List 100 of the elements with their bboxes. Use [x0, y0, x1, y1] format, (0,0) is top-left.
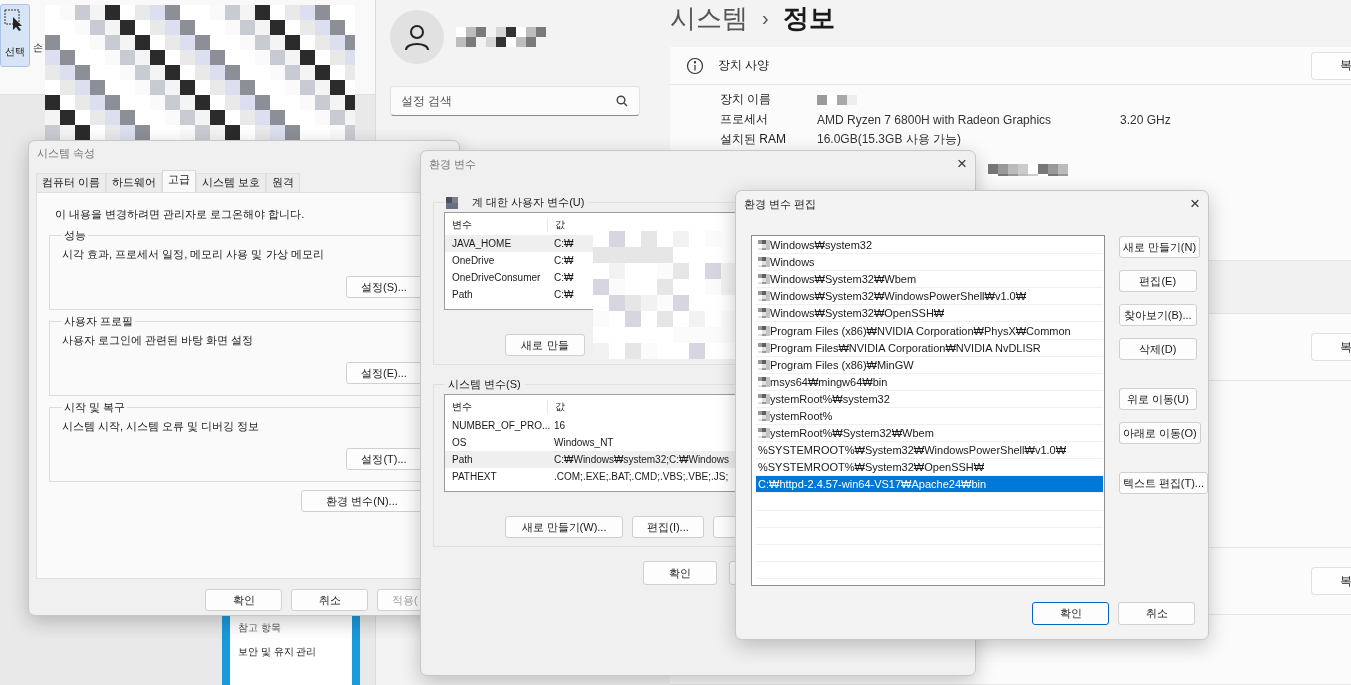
breadcrumb-separator: ›	[762, 7, 769, 30]
card-title: 장치 사양	[718, 57, 770, 74]
table-cell-text: C:₩	[553, 272, 574, 283]
settings-button[interactable]: 설정(E)...	[346, 362, 422, 384]
link[interactable]: 보안 및 유지 관리	[238, 645, 344, 659]
copy-button[interactable]: 복	[1311, 567, 1351, 595]
pixelated-area	[446, 196, 458, 209]
pixelated-area	[758, 393, 770, 404]
list-item[interactable]: ystemRoot%	[756, 407, 1103, 426]
group-title: 사용자 프로필	[63, 314, 135, 329]
spec-value: AMD Ryzen 7 6800H with Radeon Graphics	[817, 112, 1053, 127]
pixelated-area	[758, 240, 770, 251]
dialog-button[interactable]: 새로 만들기(N)	[1118, 236, 1201, 258]
table-cell-text: OS	[451, 437, 468, 448]
list-item[interactable]: msys64₩mingw64₩bin	[756, 373, 1103, 391]
window-title: 환경 변수 편집	[744, 196, 817, 212]
table-cell-text: .COM;.EXE;.BAT;.CMD;.VBS;.VBE;.JS;	[553, 471, 729, 482]
spec-value: 3.20 GHz	[1120, 112, 1171, 127]
environment-variables-button[interactable]: 환경 변수(N)...	[301, 490, 423, 512]
table-cell-text: Path	[451, 289, 474, 300]
list-item[interactable]: Windows₩System32₩OpenSSH₩	[756, 305, 1103, 323]
table-cell-text: Path	[451, 454, 474, 465]
list-item[interactable]: Program Files (x86)₩MinGW	[756, 356, 1103, 374]
ok-button[interactable]: 확인	[643, 561, 717, 585]
list-item[interactable]: %SYSTEMROOT%₩System32₩WindowsPowerShell₩v1.0₩	[756, 442, 1103, 460]
pixelated-area	[758, 325, 770, 336]
copy-button[interactable]: 복	[1311, 51, 1351, 80]
settings-button[interactable]: 설정(S)...	[346, 276, 422, 298]
close-button[interactable]: ×	[1190, 194, 1200, 214]
group-title: 계 대한 사용자 변수(U)	[471, 195, 586, 210]
table-cell-text: 16	[553, 420, 566, 431]
search-icon	[616, 95, 628, 107]
pixelated-area	[758, 376, 770, 387]
spec-label: 장치 이름	[720, 91, 773, 108]
tab[interactable]: 하드웨어	[106, 173, 163, 192]
table-cell-text: C:₩	[553, 255, 574, 266]
dialog-button[interactable]: 아래로 이동(O)	[1118, 422, 1201, 444]
table-cell-text: C:₩	[553, 238, 574, 249]
group-description: 사용자 로그인에 관련된 바탕 화면 설정	[62, 333, 255, 348]
dialog-button[interactable]: 취소	[1118, 602, 1195, 625]
pixelated-area	[758, 428, 770, 439]
person-icon	[403, 23, 431, 51]
pixelated-area	[758, 291, 770, 302]
pixelated-area	[758, 342, 770, 353]
page-title: 정보	[782, 2, 835, 35]
pixelated-area	[758, 308, 770, 319]
dialog-button[interactable]: 취소	[291, 589, 368, 611]
pixelated-area	[758, 411, 770, 421]
list-item[interactable]: ystemRoot%₩System32₩Wbem	[756, 425, 1103, 443]
spec-label: 프로세서	[720, 111, 769, 128]
window-title: 시스템 속성	[36, 146, 96, 161]
tab[interactable]: 고급	[162, 170, 197, 192]
list-item[interactable]: Windows	[756, 254, 1103, 272]
group-title: 성능	[63, 228, 87, 243]
column-header[interactable]: 값	[548, 218, 565, 232]
pixelated-area	[758, 257, 770, 268]
tab[interactable]: 원격	[266, 173, 301, 192]
list-item[interactable]: Program Files₩NVIDIA Corporation₩NVIDIA NvDLISR	[756, 339, 1103, 357]
tab[interactable]: 시스템 보호	[196, 173, 267, 192]
column-header[interactable]: 변수	[445, 400, 548, 414]
dialog-button[interactable]: 확인	[1032, 602, 1109, 625]
dialog-button[interactable]: 편집(E)	[1118, 270, 1197, 292]
table-cell-text: OneDrive	[451, 255, 496, 266]
table-cell-text: JAVA_HOME	[451, 238, 513, 249]
spec-label: 설치된 RAM	[720, 131, 787, 148]
settings-button[interactable]: 설정(T)...	[346, 448, 422, 470]
list-item[interactable]: Program Files (x86)₩NVIDIA Corporation₩PhysX₩Common	[756, 322, 1103, 340]
info-icon	[686, 56, 704, 75]
ribbon-label: 손	[33, 41, 43, 55]
tab[interactable]: 컴퓨터 이름	[36, 173, 107, 192]
list-item[interactable]: Windows₩system32	[756, 237, 1103, 255]
window-title: 환경 변수	[429, 156, 477, 172]
pixelated-area	[758, 359, 770, 370]
dialog-button[interactable]: 위로 이동(U)	[1118, 388, 1197, 410]
column-header[interactable]: 값	[548, 400, 565, 414]
copy-button[interactable]: 복	[1311, 333, 1351, 361]
dialog-button[interactable]: 새로 만들	[505, 334, 585, 356]
search-field[interactable]: 설정 검색	[390, 86, 640, 116]
close-button[interactable]: ×	[957, 154, 967, 174]
table-cell-text: OneDriveConsumer	[451, 272, 542, 283]
list-item[interactable]: ystemRoot%₩system32	[756, 390, 1103, 408]
table-cell-text: Windows_NT	[553, 437, 614, 448]
notice-text: 이 내용을 변경하려면 관리자로 로그온해야 합니다.	[55, 207, 306, 222]
dialog-button[interactable]: 새로 만들기(W)...	[505, 516, 623, 538]
dialog-button[interactable]: 편집(I)...	[632, 516, 704, 538]
dialog-button[interactable]: 확인	[205, 589, 282, 611]
pixelated-area	[817, 94, 857, 105]
select-tool-button[interactable]: 선택	[0, 4, 30, 67]
dialog-button[interactable]: 찾아보기(B)...	[1118, 304, 1197, 326]
breadcrumb-link[interactable]: 시스템	[670, 1, 748, 36]
column-header[interactable]: 변수	[445, 218, 548, 232]
section-heading: 참고 항목	[238, 621, 282, 635]
list-item[interactable]: Windows₩System32₩WindowsPowerShell₩v1.0₩	[756, 288, 1103, 306]
list-item[interactable]: C:₩httpd-2.4.57-win64-VS17₩Apache24₩bin	[756, 476, 1103, 494]
group-title: 시작 및 복구	[63, 400, 127, 415]
spec-value: 16.0GB(15.3GB 사용 가능)	[817, 131, 963, 148]
list-item[interactable]: Windows₩System32₩Wbem	[756, 271, 1103, 289]
dialog-button[interactable]: 텍스트 편집(T)...	[1118, 472, 1208, 494]
dialog-button[interactable]: 삭제(D)	[1118, 338, 1197, 360]
table-cell-text: PATHEXT	[451, 471, 498, 482]
